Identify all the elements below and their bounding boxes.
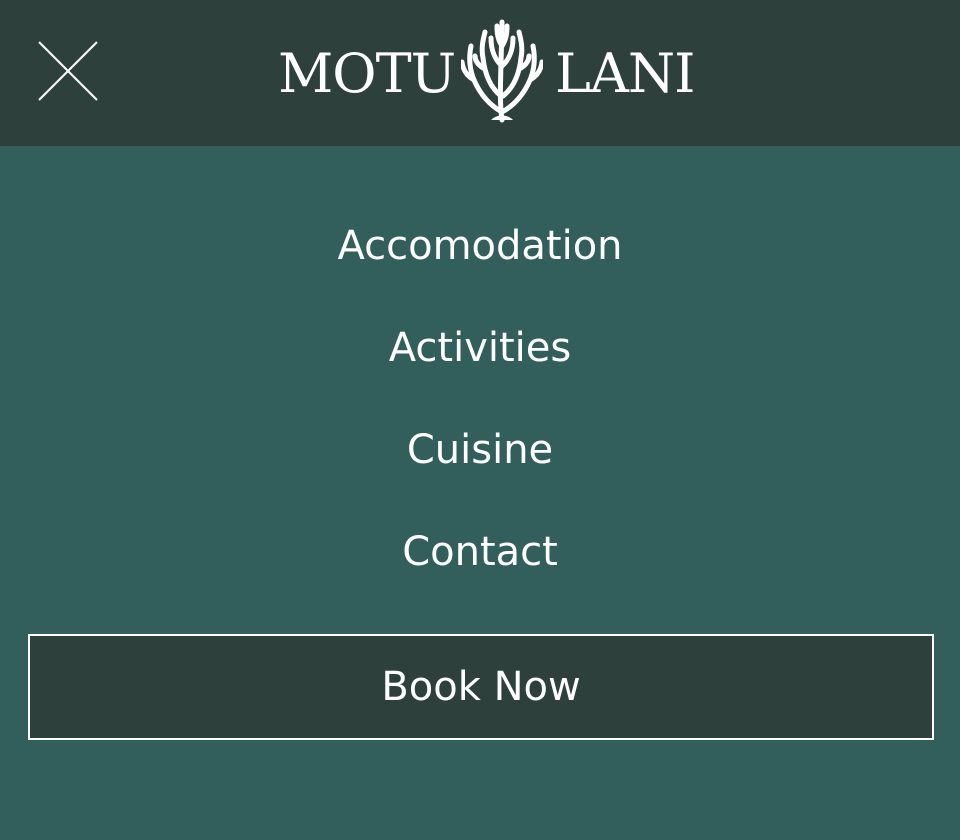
close-menu-button[interactable] — [38, 41, 98, 101]
nav-item-label[interactable]: Accomodation — [337, 221, 622, 271]
nav-item-label[interactable]: Activities — [389, 323, 571, 373]
nav-item-cuisine[interactable]: Cuisine — [0, 425, 960, 475]
menu-panel: Accomodation Activities Cuisine Contact … — [0, 146, 960, 840]
nav-item-activities[interactable]: Activities — [0, 323, 960, 373]
site-header: MOTU LANI — [0, 0, 960, 146]
book-now-button[interactable]: Book Now — [28, 634, 934, 740]
nav-item-label[interactable]: Cuisine — [407, 425, 553, 475]
site-logo[interactable]: MOTU LANI — [276, 16, 695, 126]
nav-item-contact[interactable]: Contact — [0, 527, 960, 577]
book-now-label[interactable]: Book Now — [381, 664, 580, 710]
nav-item-label[interactable]: Contact — [402, 527, 558, 577]
logo-word-left: MOTU — [278, 42, 456, 105]
coral-icon — [461, 19, 543, 123]
close-icon[interactable] — [38, 41, 98, 101]
logo-word-right: LANI — [555, 42, 695, 105]
nav-item-accomodation[interactable]: Accomodation — [0, 221, 960, 271]
